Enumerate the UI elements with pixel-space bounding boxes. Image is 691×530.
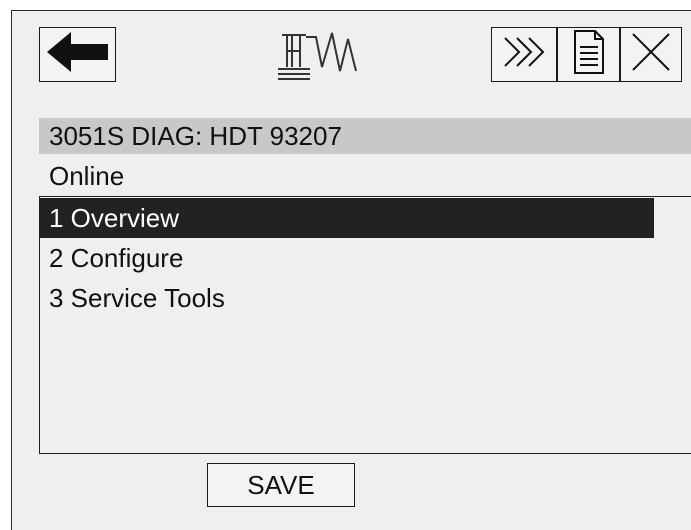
close-button[interactable] (620, 27, 682, 82)
menu-list: 1 Overview 2 Configure 3 Service Tools (39, 196, 691, 454)
document-icon (571, 29, 607, 80)
device-title-bar: 3051S DIAG: HDT 93207 (39, 118, 691, 154)
forward-button[interactable] (491, 27, 557, 82)
menu-item-overview[interactable]: 1 Overview (40, 198, 654, 238)
menu-item-service-tools[interactable]: 3 Service Tools (40, 278, 680, 318)
left-arrow-icon (45, 30, 111, 79)
save-button[interactable]: SAVE (207, 463, 355, 507)
chevrons-right-icon (499, 30, 549, 79)
document-button[interactable] (557, 27, 620, 82)
handheld-screen: 3051S DIAG: HDT 93207 Online 1 Overview … (11, 10, 691, 530)
menu-label: Online (49, 161, 125, 191)
menu-item-configure[interactable]: 2 Configure (40, 238, 680, 278)
hart-logo-icon (276, 31, 368, 87)
back-button[interactable] (39, 27, 116, 82)
close-x-icon (629, 30, 673, 79)
